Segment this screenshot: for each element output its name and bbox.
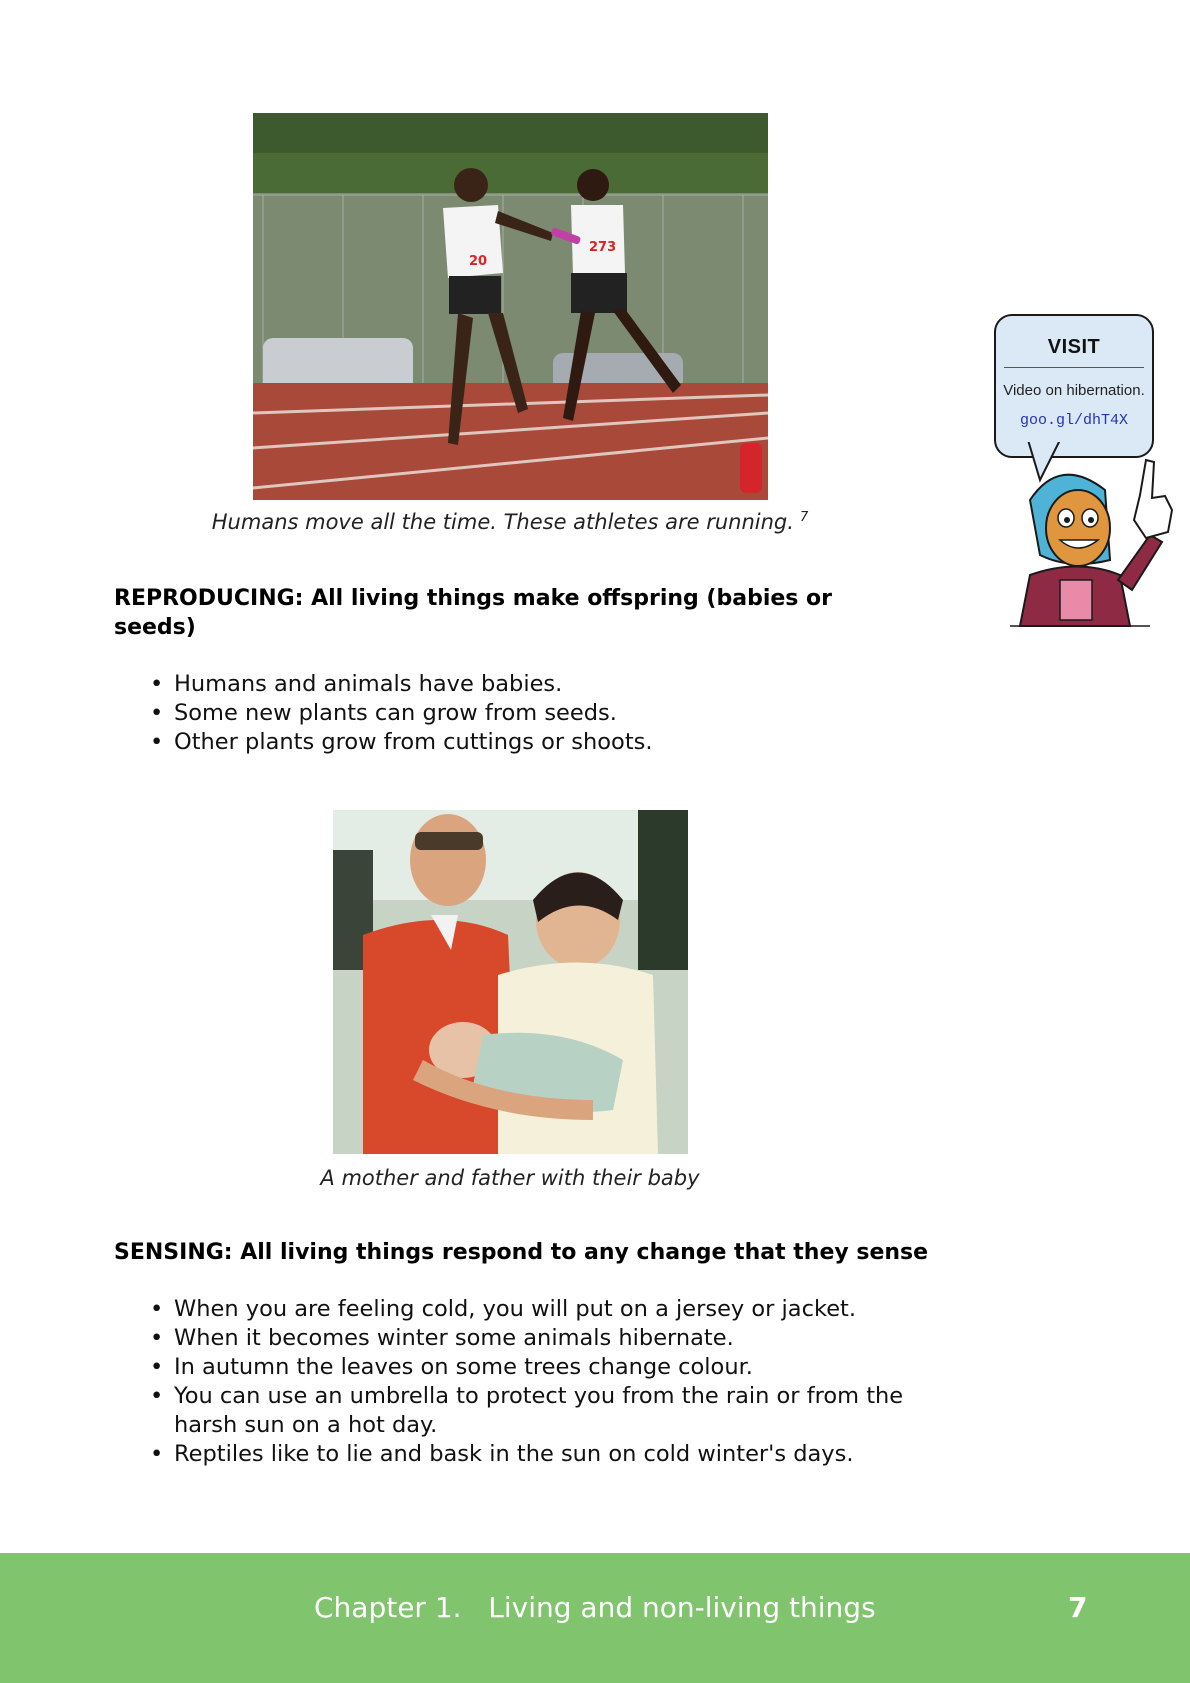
list-item: In autumn the leaves on some trees chang… xyxy=(150,1353,910,1382)
list-item: You can use an umbrella to protect you f… xyxy=(150,1382,910,1440)
list-item: Reptiles like to lie and bask in the sun… xyxy=(150,1440,910,1469)
list-item: When it becomes winter some animals hibe… xyxy=(150,1324,910,1353)
section-heading: SENSING: All living things respond to an… xyxy=(114,1240,929,1265)
athletes-photo: 20 273 xyxy=(253,113,768,500)
list-item: Other plants grow from cuttings or shoot… xyxy=(150,728,870,757)
bullet-list: When you are feeling cold, you will put … xyxy=(150,1295,910,1469)
page-footer: Chapter 1. Living and non-living things … xyxy=(0,1553,1190,1683)
chapter-title: Chapter 1. Living and non-living things xyxy=(314,1591,876,1624)
family-photo xyxy=(333,810,688,1154)
divider xyxy=(1004,367,1144,368)
list-item: Humans and animals have babies. xyxy=(150,670,870,699)
footnote-marker: 7 xyxy=(799,510,809,525)
visit-link[interactable]: goo.gl/dhT4X xyxy=(996,412,1152,429)
visit-title: VISIT xyxy=(1047,336,1101,358)
figure-caption: A mother and father with their baby xyxy=(320,1166,700,1190)
page-number: 7 xyxy=(1068,1591,1088,1624)
figure-caption: Humans move all the time. These athletes… xyxy=(211,510,809,534)
list-item: Some new plants can grow from seeds. xyxy=(150,699,870,728)
visit-description: Video on hibernation. xyxy=(1003,382,1145,399)
svg-text:273: 273 xyxy=(589,240,616,255)
visit-callout: VISIT Video on hibernation. goo.gl/dhT4X xyxy=(994,314,1154,458)
mascot-illustration xyxy=(1000,436,1180,630)
svg-text:20: 20 xyxy=(469,254,487,269)
section-heading: REPRODUCING: All living things make offs… xyxy=(114,586,833,640)
list-item: When you are feeling cold, you will put … xyxy=(150,1295,910,1324)
bullet-list: Humans and animals have babies. Some new… xyxy=(150,670,870,757)
